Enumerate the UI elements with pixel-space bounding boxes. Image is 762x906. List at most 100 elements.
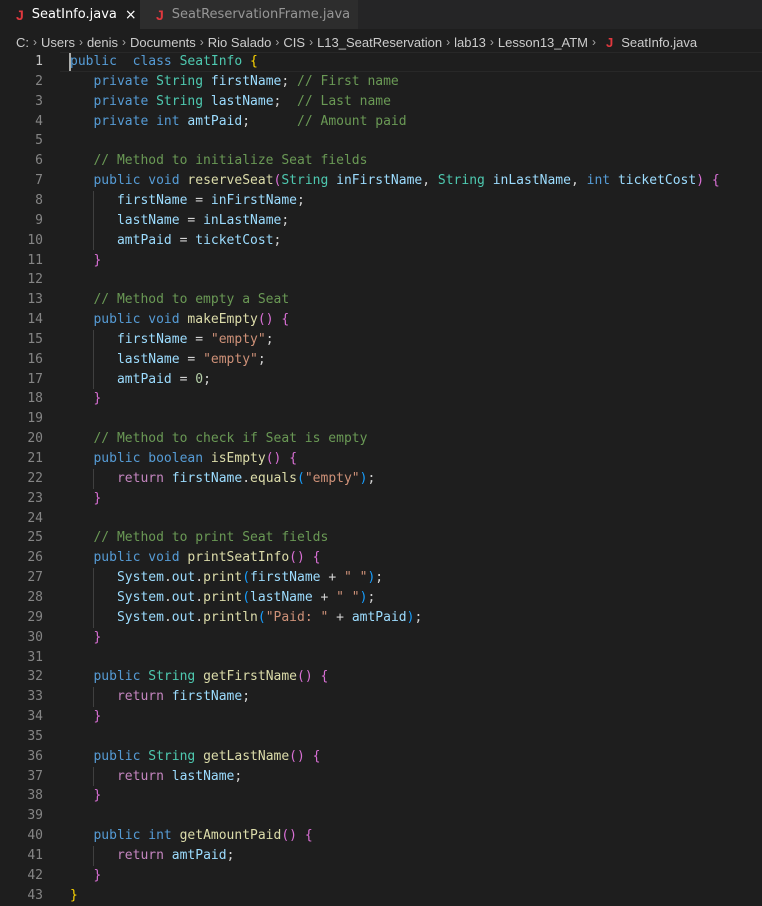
code-line[interactable]: 9 lastName = inLastName; bbox=[0, 211, 762, 231]
code-line[interactable]: 22 return firstName.equals("empty"); bbox=[0, 469, 762, 489]
code-text: } bbox=[93, 489, 101, 509]
code-line[interactable]: 30} bbox=[0, 628, 762, 648]
breadcrumb-item[interactable]: denis bbox=[87, 35, 118, 50]
code-token: String bbox=[437, 173, 485, 189]
code-text: } bbox=[93, 251, 101, 271]
code-line[interactable]: 3 private String lastName; // Last name bbox=[0, 92, 762, 112]
code-line[interactable]: 19 bbox=[0, 409, 762, 429]
code-line[interactable]: 1 public class SeatInfo { bbox=[0, 52, 762, 72]
code-token: lastName bbox=[171, 768, 235, 784]
code-token: ; bbox=[203, 371, 211, 387]
code-editor[interactable]: 1 public class SeatInfo {2 private String … bbox=[0, 52, 762, 906]
code-line[interactable]: 27 System.out.print(firstName + " "); bbox=[0, 568, 762, 588]
code-line[interactable]: 24 bbox=[0, 509, 762, 529]
code-line[interactable]: 13 // Method to empty a Seat bbox=[0, 290, 762, 310]
breadcrumb-item[interactable]: L13_SeatReservation bbox=[317, 35, 442, 50]
tab-label: SeatReservationFrame.java bbox=[171, 7, 351, 22]
chevron-right-icon: › bbox=[275, 35, 280, 49]
code-line[interactable]: 33 return firstName; bbox=[0, 687, 762, 707]
code-token: System bbox=[116, 570, 164, 586]
code-line[interactable]: 18} bbox=[0, 389, 762, 409]
code-line[interactable]: 41 return amtPaid; bbox=[0, 846, 762, 866]
code-token: ; bbox=[297, 192, 305, 208]
code-text: public void printSeatInfo() { bbox=[93, 548, 320, 568]
code-line[interactable]: 15 firstName = "empty"; bbox=[0, 330, 762, 350]
code-line[interactable]: 14 public void makeEmpty() { bbox=[0, 310, 762, 330]
code-token: () bbox=[257, 312, 274, 328]
code-token: System bbox=[116, 589, 164, 605]
code-token: . bbox=[195, 589, 204, 605]
code-token: ; bbox=[242, 689, 251, 705]
code-token: . bbox=[195, 570, 204, 586]
code-line[interactable]: 10 amtPaid = ticketCost; bbox=[0, 231, 762, 251]
code-line[interactable]: 7 public void reserveSeat(String inFirstN… bbox=[0, 171, 762, 191]
code-token: void bbox=[148, 550, 180, 566]
code-text: } bbox=[93, 707, 101, 727]
breadcrumb-item[interactable]: CIS bbox=[283, 35, 305, 50]
breadcrumb-item[interactable]: Documents bbox=[130, 35, 196, 50]
code-line[interactable]: 37 return lastName; bbox=[0, 767, 762, 787]
breadcrumb-item[interactable]: C: bbox=[16, 35, 29, 50]
code-line[interactable]: 40 public int getAmountPaid() { bbox=[0, 826, 762, 846]
code-line[interactable]: 11} bbox=[0, 251, 762, 271]
code-token: // First name bbox=[297, 73, 399, 89]
code-line[interactable]: 43} bbox=[0, 886, 762, 906]
code-token: ; bbox=[367, 589, 376, 605]
code-token: out bbox=[171, 589, 196, 605]
tab-seatinfo-java[interactable]: J SeatInfo.java × bbox=[0, 0, 140, 29]
code-token: void bbox=[148, 312, 180, 328]
code-line[interactable]: 39 bbox=[0, 806, 762, 826]
chevron-right-icon: › bbox=[33, 35, 37, 49]
close-icon[interactable]: × bbox=[125, 7, 137, 23]
code-token: } bbox=[70, 887, 78, 903]
code-token: firstName bbox=[116, 192, 188, 208]
code-line[interactable]: 5 bbox=[0, 131, 762, 151]
code-line[interactable]: 35 bbox=[0, 727, 762, 747]
code-line[interactable]: 23} bbox=[0, 489, 762, 509]
line-number: 14 bbox=[27, 312, 43, 328]
code-token: , bbox=[422, 173, 438, 189]
breadcrumb-item[interactable]: Users bbox=[41, 35, 75, 50]
code-line[interactable]: 38} bbox=[0, 786, 762, 806]
code-line[interactable]: 32 public String getFirstName() { bbox=[0, 667, 762, 687]
tab-seatreservationframe-java[interactable]: J SeatReservationFrame.java bbox=[140, 0, 358, 29]
breadcrumb-item[interactable]: lab13 bbox=[454, 35, 486, 50]
code-text: } bbox=[93, 389, 101, 409]
breadcrumb-item[interactable]: Lesson13_ATM bbox=[498, 35, 588, 50]
code-line[interactable]: 29 System.out.println("Paid: " + amtPaid)… bbox=[0, 608, 762, 628]
code-text: System.out.print(firstName + " "); bbox=[117, 568, 383, 588]
code-line[interactable]: 34} bbox=[0, 707, 762, 727]
code-line[interactable]: 16 lastName = "empty"; bbox=[0, 350, 762, 370]
code-line[interactable]: 36 public String getLastName() { bbox=[0, 747, 762, 767]
code-line[interactable]: 17 amtPaid = 0; bbox=[0, 370, 762, 390]
code-token: String bbox=[156, 93, 204, 109]
code-line[interactable]: 6 // Method to initialize Seat fields bbox=[0, 151, 762, 171]
breadcrumb-item[interactable]: Rio Salado bbox=[208, 35, 272, 50]
code-line[interactable]: 28 System.out.print(lastName + " "); bbox=[0, 588, 762, 608]
code-token: ticketCost bbox=[195, 232, 274, 248]
code-text: } bbox=[93, 628, 101, 648]
code-line[interactable]: 31 bbox=[0, 648, 762, 668]
code-line[interactable]: 2 private String firstName; // First name bbox=[0, 72, 762, 92]
breadcrumb-item[interactable]: SeatInfo.java bbox=[621, 35, 697, 50]
code-token: inFirstName bbox=[210, 192, 297, 208]
code-token: public bbox=[70, 54, 117, 69]
code-line[interactable]: 12 bbox=[0, 270, 762, 290]
code-line[interactable]: 20 // Method to check if Seat is empty bbox=[0, 429, 762, 449]
code-token: String bbox=[148, 748, 196, 764]
code-line[interactable]: 26 public void printSeatInfo() { bbox=[0, 548, 762, 568]
code-token: { bbox=[711, 173, 720, 189]
code-line[interactable]: 8 firstName = inFirstName; bbox=[0, 191, 762, 211]
code-line[interactable]: 4 private int amtPaid; // Amount paid bbox=[0, 112, 762, 132]
code-token: public bbox=[93, 451, 141, 466]
code-line[interactable]: 25 // Method to print Seat fields bbox=[0, 528, 762, 548]
code-line[interactable]: 42} bbox=[0, 866, 762, 886]
chevron-right-icon: › bbox=[122, 35, 127, 49]
code-token: { bbox=[281, 312, 290, 328]
code-line[interactable]: 21 public boolean isEmpty() { bbox=[0, 449, 762, 469]
